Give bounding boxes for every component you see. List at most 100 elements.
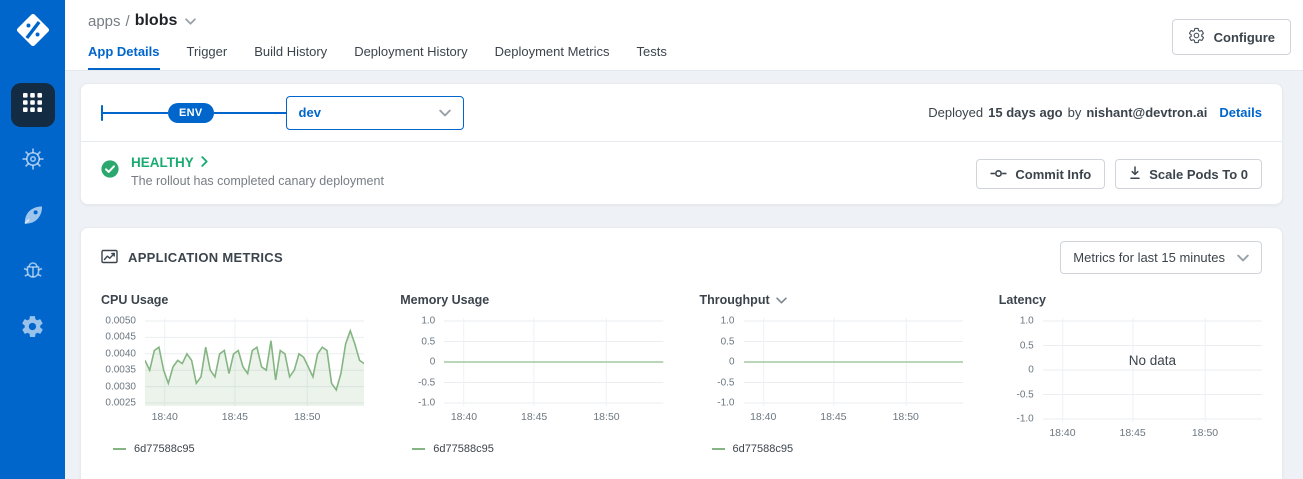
chart-legend: 6d77588c95: [712, 443, 963, 455]
environment-select[interactable]: dev: [286, 96, 464, 130]
sidebar-item-deployment-groups[interactable]: [11, 195, 55, 239]
chart-plot-area: 18:4018:4518:50: [444, 318, 663, 426]
environment-select-value: dev: [299, 105, 321, 120]
y-axis-tick-label: 1.0: [421, 316, 435, 327]
deployed-user: nishant@devtron.ai: [1086, 105, 1207, 120]
chart-title: Memory Usage: [400, 290, 663, 310]
chart-title: CPU Usage: [101, 290, 364, 310]
tab-deployment-metrics[interactable]: Deployment Metrics: [495, 44, 610, 70]
tab-app-details[interactable]: App Details: [88, 44, 160, 70]
deployed-by-label: by: [1068, 105, 1082, 120]
scale-down-icon: [1129, 166, 1141, 183]
helm-wheel-icon: [20, 146, 46, 177]
y-axis-tick-label: -1.0: [717, 398, 734, 409]
breadcrumb-separator: /: [126, 13, 130, 30]
y-axis-tick-label: 0.0030: [105, 381, 136, 392]
chart-title: Latency: [999, 290, 1262, 310]
scale-pods-to-zero-button[interactable]: Scale Pods To 0: [1115, 159, 1262, 189]
legend-series-label: 6d77588c95: [733, 443, 794, 455]
sidebar-item-applications[interactable]: [11, 83, 55, 127]
metrics-title-group: APPLICATION METRICS: [101, 249, 283, 267]
application-metrics-card: APPLICATION METRICS Metrics for last 15 …: [80, 227, 1283, 479]
deployed-label: Deployed: [928, 105, 983, 120]
deployment-details-link[interactable]: Details: [1219, 105, 1262, 120]
environment-status-card: ENV dev Deployed 15 days ago by nishant@…: [80, 83, 1283, 205]
tab-deployment-history[interactable]: Deployment History: [354, 44, 467, 70]
sidebar-item-security[interactable]: [11, 251, 55, 295]
commit-info-button[interactable]: Commit Info: [976, 159, 1105, 189]
chart-cpu-usage: CPU Usage0.00500.00450.00400.00350.00300…: [101, 290, 364, 455]
y-axis-tick-label: 1.0: [721, 316, 735, 327]
page-content: ENV dev Deployed 15 days ago by nishant@…: [65, 70, 1303, 479]
x-axis-tick-label: 18:40: [152, 411, 178, 423]
x-axis: 18:4018:4518:50: [744, 411, 963, 426]
x-axis-tick-label: 18:50: [893, 411, 919, 423]
chart-legend: 6d77588c95: [412, 443, 663, 455]
chart-memory-usage: Memory Usage1.00.50-0.5-1.018:4018:4518:…: [400, 290, 663, 455]
chart-title-chevron-down-icon[interactable]: [776, 297, 787, 304]
sidebar-item-global-configurations[interactable]: [11, 307, 55, 351]
sidebar-item-charts[interactable]: [11, 139, 55, 183]
legend-series-dash-icon: [712, 448, 725, 450]
rocket-icon: [21, 203, 45, 232]
x-axis: 18:4018:4518:50: [444, 411, 663, 426]
breadcrumb-apps[interactable]: apps: [88, 13, 121, 30]
y-axis-tick-label: 0.0040: [105, 348, 136, 359]
devtron-logo-icon[interactable]: [12, 9, 54, 51]
tab-trigger[interactable]: Trigger: [187, 44, 228, 70]
no-data-label: No data: [1043, 353, 1262, 368]
chart-plot-area: 18:40 18:45 18:50: [145, 318, 364, 426]
tab-build-history[interactable]: Build History: [254, 44, 327, 70]
y-axis: 1.00.50-0.5-1.0: [400, 318, 444, 406]
app-switcher-chevron-down-icon[interactable]: [185, 18, 196, 25]
tab-tests[interactable]: Tests: [637, 44, 667, 70]
flow-line: [103, 112, 168, 114]
x-axis-tick-label: 18:50: [1192, 427, 1218, 439]
bug-icon: [21, 259, 45, 288]
x-axis-tick-label: 18:45: [222, 411, 248, 423]
metrics-range-select[interactable]: Metrics for last 15 minutes: [1060, 241, 1262, 274]
y-axis-tick-label: 0.5: [721, 336, 735, 347]
app-tabs: App Details Trigger Build History Deploy…: [88, 44, 1291, 70]
y-axis: 1.00.50-0.5-1.0: [700, 318, 744, 406]
scale-pods-label: Scale Pods To 0: [1149, 167, 1248, 182]
charts-grid: CPU Usage0.00500.00450.00400.00350.00300…: [81, 286, 1282, 455]
legend-series-dash-icon: [113, 448, 126, 450]
y-axis-tick-label: -0.5: [717, 377, 734, 388]
legend-series-dash-icon: [412, 448, 425, 450]
gear-icon: [20, 314, 45, 344]
x-axis-tick-label: 18:40: [1049, 427, 1075, 439]
y-axis-tick-label: -0.5: [1017, 389, 1034, 400]
chart-latency: Latency1.00.50-0.5-1.0No data18:4018:451…: [999, 290, 1262, 455]
grid-icon: [22, 92, 43, 118]
deployed-info: Deployed 15 days ago by nishant@devtron.…: [928, 105, 1262, 120]
app-status-label: HEALTHY: [131, 155, 194, 170]
x-axis-tick-label: 18:40: [451, 411, 477, 423]
env-pipeline-flow: ENV dev: [101, 96, 464, 130]
flow-line: [214, 112, 286, 114]
legend-series-label: 6d77588c95: [134, 443, 195, 455]
x-axis-tick-label: 18:50: [294, 411, 320, 423]
status-text: HEALTHY The rollout has completed canary…: [131, 155, 384, 188]
y-axis-tick-label: 0.0045: [105, 332, 136, 343]
y-axis-tick-label: -1.0: [1017, 414, 1034, 425]
chart-title: Throughput: [700, 290, 963, 310]
sidebar-nav: [11, 83, 55, 351]
app-status[interactable]: HEALTHY: [131, 155, 384, 170]
commit-info-label: Commit Info: [1015, 167, 1091, 182]
y-axis-tick-label: 0.0035: [105, 365, 136, 376]
y-axis: 1.00.50-0.5-1.0: [999, 318, 1043, 422]
chevron-down-icon: [1237, 250, 1249, 265]
legend-series-label: 6d77588c95: [433, 443, 494, 455]
y-axis-tick-label: 1.0: [1020, 316, 1034, 327]
configure-button[interactable]: Configure: [1172, 19, 1291, 55]
env-badge: ENV: [168, 103, 214, 123]
y-axis-tick-label: 0: [430, 357, 436, 368]
x-axis-tick-label: 18:45: [1120, 427, 1146, 439]
status-message: The rollout has completed canary deploym…: [131, 174, 384, 188]
status-actions: Commit Info Scale Pods To 0: [976, 159, 1262, 189]
metrics-range-value: Metrics for last 15 minutes: [1073, 250, 1225, 265]
chevron-down-icon: [439, 105, 451, 120]
breadcrumb-app-name: blobs: [135, 12, 178, 30]
chevron-right-icon: [201, 155, 208, 170]
